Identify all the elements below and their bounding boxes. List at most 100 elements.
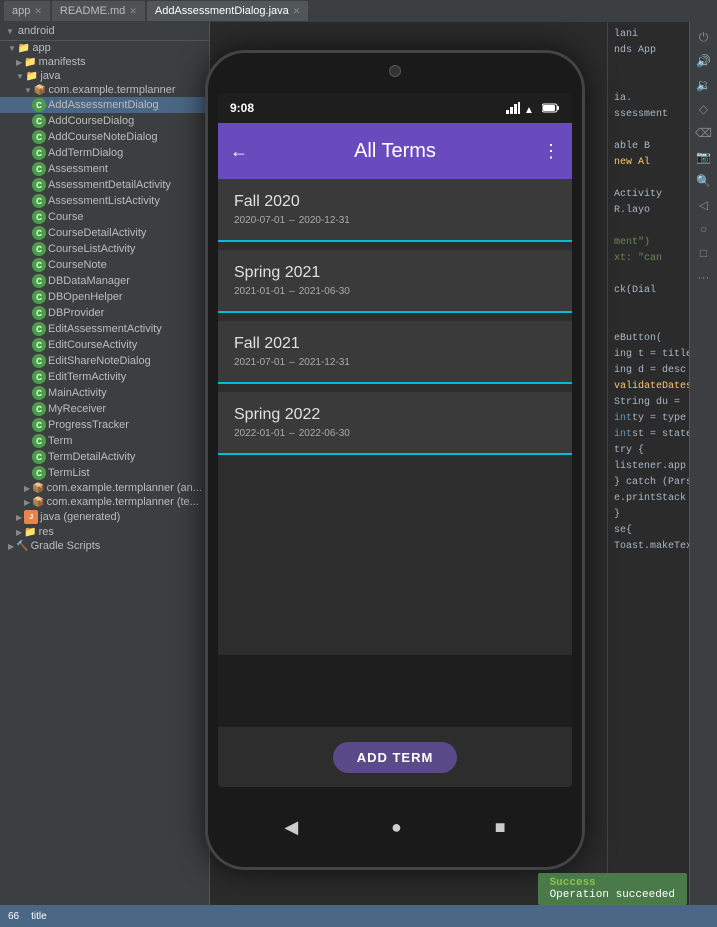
assessment-detail-icon: C [32, 178, 46, 192]
tree-java-label: java [40, 70, 60, 82]
tree-item-assessment-list[interactable]: C AssessmentListActivity [0, 193, 209, 209]
tree-item-course-note[interactable]: C CourseNote [0, 257, 209, 273]
success-text: Operation succeeded [550, 889, 675, 901]
code-text-8: able B [614, 141, 650, 152]
tree-item-edit-term[interactable]: C EditTermActivity [0, 369, 209, 385]
package-folder-icon: 📦 [34, 85, 46, 96]
term-end-3: 2022-06-30 [299, 428, 350, 439]
assessment-icon: C [32, 162, 46, 176]
tab-dialog-close[interactable]: ✕ [293, 6, 301, 17]
tab-app-close[interactable]: ✕ [34, 6, 42, 17]
phone-wrapper: 9:08 ▲ [195, 25, 595, 895]
tree-main-activity-label: MainActivity [48, 387, 107, 399]
tree-item-add-course[interactable]: C AddCourseDialog [0, 113, 209, 129]
tree-item-db-data-manager[interactable]: C DBDataManager [0, 273, 209, 289]
diamond-button[interactable]: ◇ [693, 98, 715, 120]
circle-button[interactable]: ○ [693, 218, 715, 240]
speaker-button[interactable]: 🔊 [693, 50, 715, 72]
more-options-button[interactable]: ··· [693, 266, 715, 288]
term-item-3[interactable]: Spring 2022 2022-01-01 – 2022-06-30 [218, 392, 572, 455]
term-gap-1 [218, 313, 572, 321]
tree-item-edit-course[interactable]: C EditCourseActivity [0, 337, 209, 353]
tree-item-course-list[interactable]: C CourseListActivity [0, 241, 209, 257]
tree-item-gradle[interactable]: ▶ 🔨 Gradle Scripts [0, 539, 209, 553]
tree-item-add-assessment[interactable]: C AddAssessmentDialog [0, 97, 209, 113]
tree-item-term[interactable]: C Term [0, 433, 209, 449]
tree-item-add-course-note[interactable]: C AddCourseNoteDialog [0, 129, 209, 145]
tree-item-assessment[interactable]: C Assessment [0, 161, 209, 177]
term-gap-0 [218, 242, 572, 250]
tree-header-label: android [18, 25, 55, 37]
tree-item-course-detail[interactable]: C CourseDetailActivity [0, 225, 209, 241]
code-text-20: eButton( [614, 333, 662, 344]
tree-item-package[interactable]: ▼ 📦 com.example.termplanner [0, 83, 209, 97]
code-text-30: e.printStack [614, 493, 686, 504]
code-text-17: ck(Dial [614, 285, 656, 296]
back-button[interactable]: ← [230, 141, 248, 162]
tab-dialog[interactable]: AddAssessmentDialog.java ✕ [147, 1, 308, 21]
tree-item-my-receiver[interactable]: C MyReceiver [0, 401, 209, 417]
java-folder-icon: 📁 [26, 71, 38, 82]
tree-progress-tracker-label: ProgressTracker [48, 419, 129, 431]
eraser-button[interactable]: ⌫ [693, 122, 715, 144]
nav-home-button[interactable]: ● [391, 817, 402, 838]
java-gen-icon: J [24, 510, 38, 524]
tree-item-course[interactable]: C Course [0, 209, 209, 225]
term-item-1[interactable]: Spring 2021 2021-01-01 – 2021-06-30 [218, 250, 572, 313]
square-button[interactable]: □ [693, 242, 715, 264]
course-detail-icon: C [32, 226, 46, 240]
tree-item-java-generated[interactable]: ▶ J java (generated) [0, 509, 209, 525]
add-term-button[interactable]: ADD TERM [333, 742, 458, 773]
code-line-5: iа. [608, 90, 689, 106]
code-line-32: se{ [608, 522, 689, 538]
tree-assessment-label: Assessment [48, 163, 108, 175]
term-item-2[interactable]: Fall 2021 2021-07-01 – 2021-12-31 [218, 321, 572, 384]
nav-recent-button[interactable]: ■ [495, 817, 506, 838]
tab-readme[interactable]: README.md ✕ [52, 1, 145, 21]
code-text-21: ing t = title [614, 349, 689, 360]
tree-item-java[interactable]: ▼ 📁 java [0, 69, 209, 83]
edit-share-note-icon: C [32, 354, 46, 368]
edit-course-icon: C [32, 338, 46, 352]
code-line-21: ing t = title [608, 346, 689, 362]
tree-item-db-provider[interactable]: C DBProvider [0, 305, 209, 321]
tab-readme-close[interactable]: ✕ [129, 6, 137, 17]
code-text-24: String du = [614, 397, 680, 408]
volume-button[interactable]: 🔉 [693, 74, 715, 96]
power-button[interactable]: ⏻ [693, 26, 715, 48]
tree-item-edit-share-note[interactable]: C EditShareNoteDialog [0, 353, 209, 369]
progress-tracker-icon: C [32, 418, 46, 432]
tree-item-progress-tracker[interactable]: C ProgressTracker [0, 417, 209, 433]
code-line-29: } catch (Parse [608, 474, 689, 490]
term-start-0: 2020-07-01 [234, 215, 285, 226]
tree-item-term-list[interactable]: C TermList [0, 465, 209, 481]
package-te-expand: ▶ [24, 498, 30, 507]
back-arrow-button[interactable]: ◁ [693, 194, 715, 216]
tree-item-app[interactable]: ▼ 📁 app [0, 41, 209, 55]
tab-app[interactable]: app ✕ [4, 1, 50, 21]
tree-item-package-te[interactable]: ▶ 📦 com.example.termplanner (te... [0, 495, 209, 509]
tree-item-term-detail[interactable]: C TermDetailActivity [0, 449, 209, 465]
menu-button[interactable]: ⋮ [542, 141, 560, 162]
code-text-27: try { [614, 445, 644, 456]
tree-item-edit-assessment[interactable]: C EditAssessmentActivity [0, 321, 209, 337]
tree-item-package-an[interactable]: ▶ 📦 com.example.termplanner (an... [0, 481, 209, 495]
tree-item-db-open-helper[interactable]: C DBOpenHelper [0, 289, 209, 305]
tree-term-list-label: TermList [48, 467, 90, 479]
term-list: Fall 2020 2020-07-01 – 2020-12-31 Spring… [218, 179, 572, 655]
tree-package-an-label: com.example.termplanner (an... [47, 482, 202, 494]
tree-item-res[interactable]: ▶ 📁 res [0, 525, 209, 539]
code-line-2: nds App [608, 42, 689, 58]
tree-item-add-term[interactable]: C AddTermDialog [0, 145, 209, 161]
tree-item-manifests[interactable]: ▶ 📁 manifests [0, 55, 209, 69]
code-text-11: Activity [614, 189, 662, 200]
ide-status-bar: 66 title [0, 905, 717, 927]
gradle-icon: 🔨 [16, 541, 28, 552]
camera-button[interactable]: 📷 [693, 146, 715, 168]
term-item-0[interactable]: Fall 2020 2020-07-01 – 2020-12-31 [218, 179, 572, 242]
nav-back-button[interactable]: ◀ [284, 817, 298, 838]
package-an-icon: 📦 [32, 483, 44, 494]
tree-item-assessment-detail[interactable]: C AssessmentDetailActivity [0, 177, 209, 193]
tree-item-main-activity[interactable]: C MainActivity [0, 385, 209, 401]
search-zoom-button[interactable]: 🔍 [693, 170, 715, 192]
